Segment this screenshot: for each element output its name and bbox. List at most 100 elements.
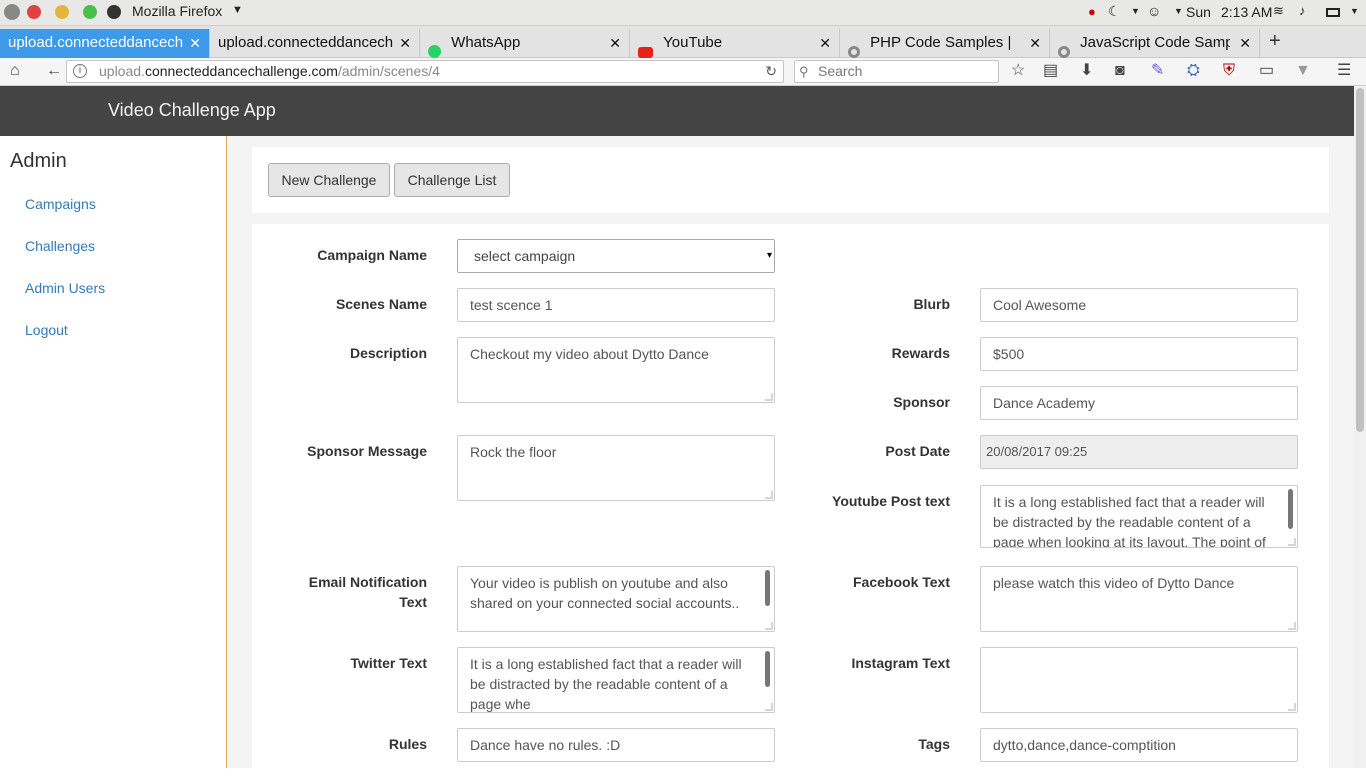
navigation-bar: ⌂ ← i upload.connecteddancechallenge.com…: [0, 58, 1366, 86]
url-text[interactable]: upload.connecteddancechallenge.com/admin…: [99, 61, 440, 82]
reload-icon[interactable]: ↻: [765, 61, 777, 82]
sponsor-message-textarea[interactable]: Rock the floor: [457, 435, 775, 501]
download-icon[interactable]: ⬇: [1080, 62, 1093, 80]
tab-label: YouTube: [663, 34, 723, 51]
textarea-scrollbar[interactable]: [765, 570, 770, 606]
ublock-icon[interactable]: ⛨: [1223, 62, 1235, 80]
app-name[interactable]: Mozilla Firefox: [132, 3, 222, 19]
facebook-text-value: please watch this video of Dytto Dance: [993, 575, 1235, 591]
campaign-name-select[interactable]: select campaign ▾: [457, 239, 775, 273]
sidebar-item-admin-users[interactable]: Admin Users: [25, 280, 105, 296]
whatsapp-icon: [428, 45, 441, 58]
scenes-name-input[interactable]: test scence 1: [457, 288, 775, 322]
maximize-window-button[interactable]: [83, 5, 97, 19]
site-icon: [848, 46, 860, 58]
menu-icon[interactable]: ☰: [1337, 62, 1351, 80]
tab-php-samples[interactable]: PHP Code Samples | ✕: [840, 29, 1050, 58]
tab-upload-1[interactable]: upload.connecteddancecha ✕: [0, 29, 210, 58]
page-scrollbar-thumb[interactable]: [1356, 88, 1364, 432]
search-box[interactable]: ⚲ Search: [794, 60, 999, 83]
resize-handle[interactable]: [1288, 622, 1296, 630]
close-icon[interactable]: ✕: [189, 29, 201, 57]
vuejs-devtools-icon[interactable]: ▼: [1295, 62, 1311, 80]
challenge-list-button[interactable]: Challenge List: [394, 163, 510, 197]
info-icon[interactable]: i: [73, 64, 87, 78]
tray-icon[interactable]: ●: [1088, 4, 1096, 19]
tags-input[interactable]: dytto,dance,dance-comptition: [980, 728, 1298, 762]
pocket-icon[interactable]: ◙: [1115, 62, 1125, 80]
close-icon[interactable]: ✕: [1029, 29, 1041, 57]
email-notification-label-line2: Text: [399, 594, 427, 610]
resize-handle[interactable]: [765, 622, 773, 630]
email-notification-textarea[interactable]: Your video is publish on youtube and als…: [457, 566, 775, 632]
sidebar-item-logout[interactable]: Logout: [25, 322, 68, 338]
clock-time[interactable]: 2:13 AM: [1221, 4, 1272, 20]
chevron-down-icon[interactable]: ▼: [1131, 6, 1140, 16]
back-icon[interactable]: ←: [46, 62, 62, 80]
url-domain: connecteddancechallenge.com: [144, 63, 338, 79]
sponsor-message-value: Rock the floor: [470, 444, 557, 460]
sponsor-input[interactable]: Dance Academy: [980, 386, 1298, 420]
sidebar-toggle-icon[interactable]: ▭: [1259, 62, 1274, 80]
url-prefix: upload.: [99, 63, 145, 79]
textarea-scrollbar[interactable]: [765, 651, 770, 687]
minimize-window-button[interactable]: [55, 5, 69, 19]
chevron-down-icon[interactable]: ▼: [232, 4, 243, 16]
app-menu-icon[interactable]: [107, 5, 121, 19]
extension-icon[interactable]: ⛭: [1187, 62, 1200, 80]
campaign-name-value: select campaign: [474, 248, 576, 264]
eyedropper-icon[interactable]: ✎: [1151, 62, 1164, 80]
bookmark-star-icon[interactable]: ☆: [1011, 62, 1025, 80]
sidebar-item-campaigns[interactable]: Campaigns: [25, 196, 96, 212]
scenes-name-label: Scenes Name: [335, 296, 427, 312]
resize-handle[interactable]: [765, 703, 773, 711]
url-bar[interactable]: i upload.connecteddancechallenge.com/adm…: [66, 60, 784, 83]
moon-icon[interactable]: ☾: [1108, 3, 1121, 20]
search-icon: ⚲: [799, 64, 809, 79]
app-title[interactable]: Video Challenge App: [108, 100, 276, 121]
youtube-post-text-textarea[interactable]: It is a long established fact that a rea…: [980, 485, 1298, 548]
sidebar: Admin Campaigns Challenges Admin Users L…: [0, 136, 227, 768]
facebook-text-textarea[interactable]: please watch this video of Dytto Dance: [980, 566, 1298, 632]
description-textarea[interactable]: Checkout my video about Dytto Dance: [457, 337, 775, 403]
close-icon[interactable]: ✕: [819, 29, 831, 57]
reading-list-icon[interactable]: ▤: [1043, 62, 1058, 80]
tab-whatsapp[interactable]: WhatsApp ✕: [420, 29, 630, 58]
instagram-text-textarea[interactable]: [980, 647, 1298, 713]
page-scrollbar[interactable]: [1354, 86, 1366, 768]
rewards-input[interactable]: $500: [980, 337, 1298, 371]
close-icon[interactable]: ✕: [1239, 29, 1251, 57]
close-icon[interactable]: ✕: [399, 29, 411, 57]
resize-handle[interactable]: [1288, 703, 1296, 711]
sponsor-label: Sponsor: [893, 394, 950, 410]
resize-handle[interactable]: [1288, 538, 1296, 546]
rules-input[interactable]: Dance have no rules. :D: [457, 728, 775, 762]
tab-label: WhatsApp: [451, 34, 521, 51]
textarea-scrollbar[interactable]: [1288, 489, 1293, 529]
tab-label: JavaScript Code Sampl: [1080, 34, 1231, 51]
chevron-down-icon[interactable]: ▼: [1350, 6, 1359, 16]
blurb-input[interactable]: Cool Awesome: [980, 288, 1298, 322]
close-window-button[interactable]: [27, 5, 41, 19]
firefox-icon: [4, 4, 20, 20]
clock-day[interactable]: Sun: [1186, 4, 1211, 20]
tab-youtube[interactable]: YouTube ✕: [630, 29, 840, 58]
wifi-icon[interactable]: ≋: [1273, 3, 1284, 19]
chevron-down-icon[interactable]: ▼: [1174, 6, 1183, 16]
sidebar-item-challenges[interactable]: Challenges: [25, 238, 95, 254]
accessibility-icon[interactable]: ☺: [1147, 3, 1161, 19]
post-date-label: Post Date: [885, 443, 950, 459]
tab-js-samples[interactable]: JavaScript Code Sampl ✕: [1050, 29, 1260, 58]
description-value: Checkout my video about Dytto Dance: [470, 346, 709, 362]
home-icon[interactable]: ⌂: [10, 62, 20, 80]
volume-icon[interactable]: ♪: [1299, 3, 1306, 18]
new-challenge-button[interactable]: New Challenge: [268, 163, 390, 197]
email-notification-label: Email Notification Text: [252, 572, 427, 612]
twitter-text-textarea[interactable]: It is a long established fact that a rea…: [457, 647, 775, 713]
close-icon[interactable]: ✕: [609, 29, 621, 57]
tab-upload-2[interactable]: upload.connecteddancecha ✕: [210, 29, 420, 58]
youtube-post-text-label: Youtube Post text: [832, 493, 950, 509]
new-tab-button[interactable]: +: [1269, 30, 1281, 53]
chevron-down-icon: ▾: [766, 250, 772, 261]
battery-icon[interactable]: [1326, 8, 1340, 17]
